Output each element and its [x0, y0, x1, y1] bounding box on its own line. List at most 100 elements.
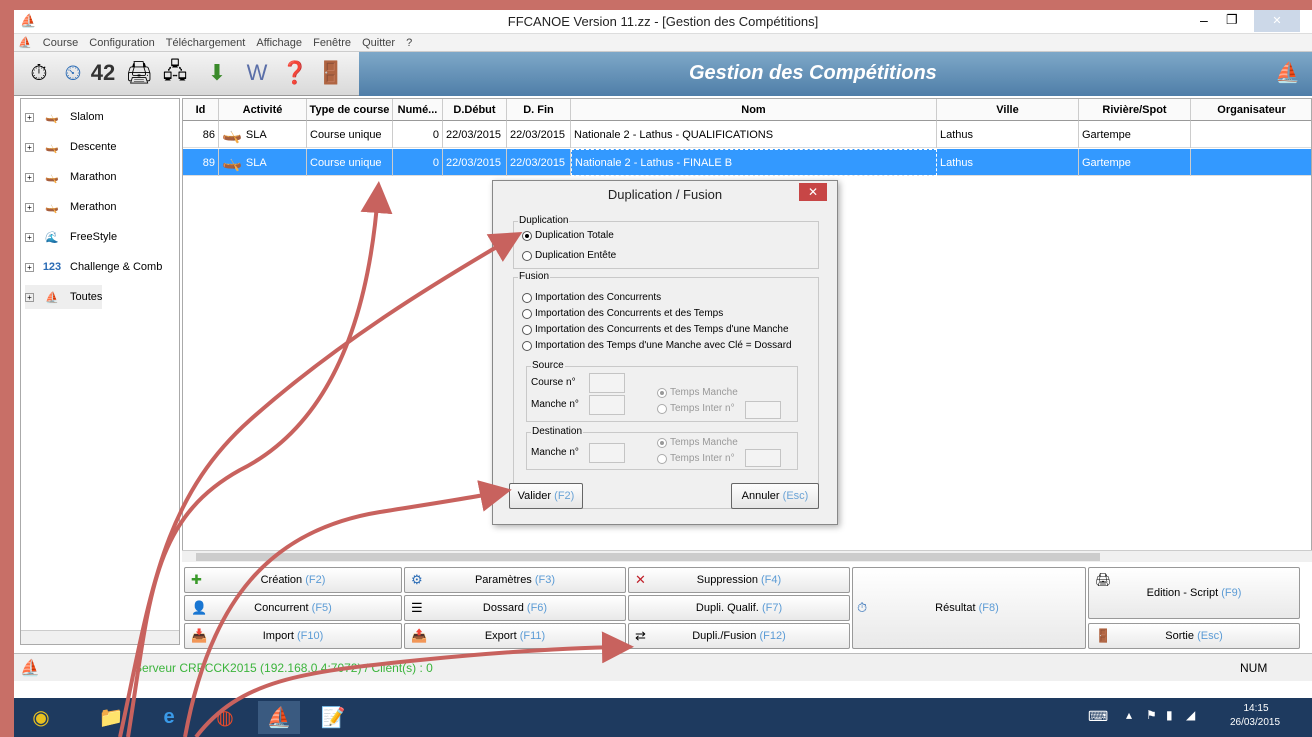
scrollbar-thumb[interactable]: [196, 553, 1100, 561]
import-button[interactable]: 📥 Import (F10): [184, 623, 402, 649]
minimize-button[interactable]: –: [1200, 12, 1208, 28]
suppression-button[interactable]: ✕ Suppression (F4): [628, 567, 850, 593]
source-course-input[interactable]: [589, 373, 625, 393]
word-icon[interactable]: W: [240, 56, 274, 90]
radio-indicator[interactable]: [522, 250, 532, 261]
fus-concurrents-temps-manche-radio[interactable]: Importation des Concurrents et des Temps…: [522, 324, 789, 335]
help-icon[interactable]: ❓: [278, 56, 312, 90]
fus-concurrents-temps-radio[interactable]: Importation des Concurrents et des Temps: [522, 308, 723, 319]
sortie-button[interactable]: 🚪 Sortie (Esc): [1088, 623, 1300, 649]
internet-explorer-icon[interactable]: e: [148, 701, 190, 734]
dupli-fusion-button[interactable]: ⇄ Dupli./Fusion (F12): [628, 623, 850, 649]
dup-entete-radio[interactable]: Duplication Entête: [522, 250, 616, 261]
col-header-ville[interactable]: Ville: [937, 99, 1079, 121]
annuler-button[interactable]: Annuler (Esc): [731, 483, 819, 509]
restore-button[interactable]: ❐: [1226, 12, 1238, 28]
battery-tray-icon[interactable]: ▮: [1166, 708, 1173, 722]
col-header-id[interactable]: Id: [183, 99, 219, 121]
tree-item-freestyle[interactable]: + 🌊 FreeStyle: [25, 225, 117, 249]
volume-tray-icon[interactable]: ◢: [1186, 708, 1195, 722]
valider-button[interactable]: Valider (F2): [509, 483, 583, 509]
dest-temps-manche-radio[interactable]: Temps Manche: [657, 437, 738, 448]
source-temps-inter-radio[interactable]: Temps Inter n°: [657, 403, 735, 414]
ffcanoe-taskbar-icon[interactable]: ⛵: [258, 701, 300, 734]
radio-indicator[interactable]: [657, 387, 667, 398]
clock-date[interactable]: 26/03/2015: [1220, 717, 1290, 728]
stopwatch-icon[interactable]: ⏱: [22, 56, 56, 90]
start-shell-icon[interactable]: ◉: [20, 701, 62, 734]
dest-temps-inter-radio[interactable]: Temps Inter n°: [657, 453, 735, 464]
expand-icon[interactable]: +: [25, 292, 34, 302]
col-header-organisateur[interactable]: Organisateur: [1191, 99, 1311, 121]
table-row[interactable]: 86 🛶 SLA Course unique 0 22/03/2015 22/03…: [183, 121, 1311, 148]
col-header-riviere[interactable]: Rivière/Spot: [1079, 99, 1191, 121]
menu-app-icon[interactable]: ⛵: [14, 34, 36, 51]
tree-item-merathon[interactable]: + 🛶 Merathon: [25, 195, 116, 219]
download-icon[interactable]: ⬇: [200, 56, 234, 90]
table-row-selected[interactable]: 89 🛶 SLA Course unique 0 22/03/2015 22/03…: [183, 149, 1311, 176]
parametres-button[interactable]: ⚙ Paramètres (F3): [404, 567, 626, 593]
dest-manche-input[interactable]: [589, 443, 625, 463]
edition-script-button[interactable]: 🖨 Edition - Script (F9): [1088, 567, 1300, 619]
expand-icon[interactable]: +: [25, 112, 34, 122]
expand-icon[interactable]: +: [25, 142, 34, 152]
menu-quitter[interactable]: Quitter: [358, 35, 399, 51]
radio-indicator[interactable]: [522, 308, 532, 319]
resultat-button[interactable]: ⏱ Résultat (F8): [852, 567, 1086, 649]
clock-time[interactable]: 14:15: [1228, 703, 1284, 714]
radio-indicator[interactable]: [522, 324, 532, 335]
notepad-icon[interactable]: 📝: [312, 701, 354, 734]
radio-indicator[interactable]: [522, 230, 532, 241]
tray-expand-icon[interactable]: ▴: [1126, 708, 1132, 722]
source-temps-manche-radio[interactable]: Temps Manche: [657, 387, 738, 398]
network-tray-icon[interactable]: ⚑: [1146, 708, 1157, 722]
dup-totale-radio[interactable]: Duplication Totale: [522, 230, 614, 241]
fus-concurrents-radio[interactable]: Importation des Concurrents: [522, 292, 661, 303]
tree-item-toutes[interactable]: + ⛵ Toutes: [25, 285, 103, 309]
menu-affichage[interactable]: Affichage: [252, 35, 306, 51]
radio-indicator[interactable]: [657, 403, 667, 414]
grid-horizontal-scrollbar[interactable]: [182, 550, 1312, 562]
radio-indicator[interactable]: [522, 292, 532, 303]
col-header-debut[interactable]: D.Début: [443, 99, 507, 121]
menu-fenetre[interactable]: Fenêtre: [309, 35, 355, 51]
radio-indicator[interactable]: [657, 437, 667, 448]
expand-icon[interactable]: +: [25, 262, 34, 272]
tree-item-challenge[interactable]: +123 Challenge & Comb: [25, 255, 162, 279]
dialog-close-button[interactable]: ✕: [799, 183, 827, 201]
expand-icon[interactable]: +: [25, 232, 34, 242]
col-header-activite[interactable]: Activité: [219, 99, 307, 121]
radio-indicator[interactable]: [657, 453, 667, 464]
menu-configuration[interactable]: Configuration: [85, 35, 158, 51]
concurrent-button[interactable]: 👤 Concurrent (F5): [184, 595, 402, 621]
scoreboard-icon[interactable]: 42: [86, 56, 120, 90]
network-icon[interactable]: 🖧: [158, 56, 192, 90]
exit-door-icon[interactable]: 🚪: [314, 56, 348, 90]
export-button[interactable]: 📤 Export (F11): [404, 623, 626, 649]
tree-item-slalom[interactable]: + 🛶 Slalom: [25, 105, 104, 129]
col-header-nom[interactable]: Nom: [571, 99, 937, 121]
fus-temps-manche-dossard-radio[interactable]: Importation des Temps d'une Manche avec …: [522, 340, 792, 351]
expand-icon[interactable]: +: [25, 202, 34, 212]
col-header-fin[interactable]: D. Fin: [507, 99, 571, 121]
dossard-button[interactable]: ☰ Dossard (F6): [404, 595, 626, 621]
dest-inter-input[interactable]: [745, 449, 781, 467]
keyboard-icon[interactable]: ⌨: [1088, 708, 1108, 725]
file-explorer-icon[interactable]: 📁: [90, 701, 132, 734]
col-header-type[interactable]: Type de course: [307, 99, 393, 121]
expand-icon[interactable]: +: [25, 172, 34, 182]
close-window-button[interactable]: ✕: [1254, 10, 1300, 32]
menu-telechargement[interactable]: Téléchargement: [162, 35, 250, 51]
menu-course[interactable]: Course: [39, 35, 82, 51]
printer-icon[interactable]: 🖨: [122, 56, 156, 90]
dupli-qualif-button[interactable]: Dupli. Qualif. (F7): [628, 595, 850, 621]
tree-item-descente[interactable]: + 🛶 Descente: [25, 135, 116, 159]
tree-scrollbar[interactable]: [21, 630, 179, 644]
chrome-icon[interactable]: ◍: [204, 701, 246, 734]
source-inter-input[interactable]: [745, 401, 781, 419]
source-manche-input[interactable]: [589, 395, 625, 415]
col-header-numero[interactable]: Numé...: [393, 99, 443, 121]
creation-button[interactable]: ✚ Création (F2): [184, 567, 402, 593]
timer-icon[interactable]: ⏲: [56, 56, 90, 90]
radio-indicator[interactable]: [522, 340, 532, 351]
